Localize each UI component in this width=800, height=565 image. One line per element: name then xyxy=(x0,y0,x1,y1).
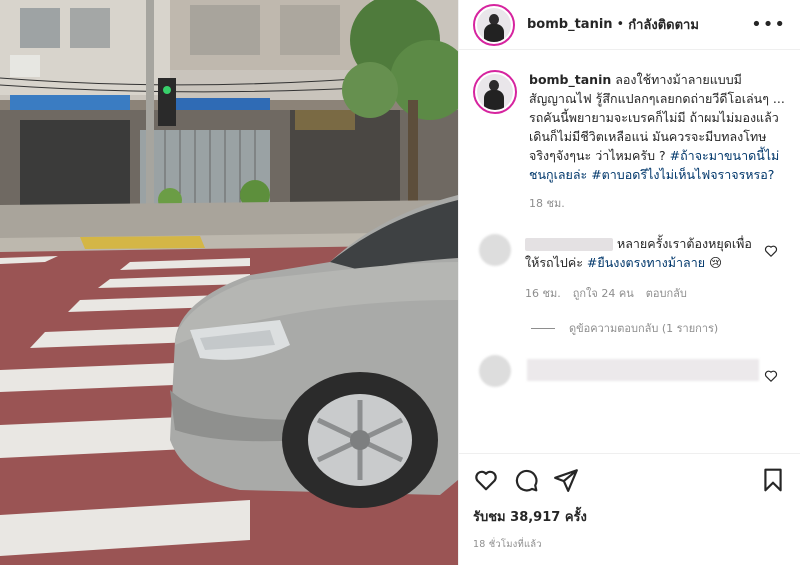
comment-like-icon[interactable] xyxy=(764,369,778,383)
view-replies-button[interactable]: ดูข้อความตอบกลับ (1 รายการ) xyxy=(531,319,786,337)
posted-time: 18 ชั่วโมงที่แล้ว xyxy=(473,539,542,550)
comment-emoji: 😢 xyxy=(709,255,723,270)
caption-avatar[interactable] xyxy=(473,70,517,114)
comment-like-icon[interactable] xyxy=(764,244,778,258)
comment-item-blurred xyxy=(473,355,786,389)
comment-time: 16 ชม. xyxy=(525,287,561,300)
separator-dot: • xyxy=(616,17,625,32)
commenter-avatar-blurred[interactable] xyxy=(479,355,511,387)
comment-item: หลายครั้งเราต้องหยุดเพื่อให้รถไปค่ะ #ยืน… xyxy=(473,234,786,303)
heart-icon[interactable] xyxy=(473,467,499,493)
post-footer: รับชม 38,917 ครั้ง 18 ชั่วโมงที่แล้ว xyxy=(459,453,800,565)
caption-time: 18 ชม. xyxy=(529,197,565,210)
avatar[interactable] xyxy=(473,3,515,46)
share-icon[interactable] xyxy=(553,467,579,493)
caption-username[interactable]: bomb_tanin xyxy=(529,72,611,87)
instagram-post: bomb_tanin • กำลังติดตาม ••• bomb_tanin … xyxy=(0,0,800,565)
post-side-panel: bomb_tanin • กำลังติดตาม ••• bomb_tanin … xyxy=(458,0,800,565)
view-count[interactable]: รับชม 38,917 ครั้ง xyxy=(473,506,786,527)
comment-hashtag[interactable]: #ยืนงงตรงทางม้าลาย xyxy=(587,255,705,270)
more-options-icon[interactable]: ••• xyxy=(751,14,786,35)
caption-text: bomb_tanin ลองใช้ทางม้าลายแบบมีสัญญาณไฟ … xyxy=(529,70,786,184)
comments-section[interactable]: bomb_tanin ลองใช้ทางม้าลายแบบมีสัญญาณไฟ … xyxy=(459,50,800,453)
post-header: bomb_tanin • กำลังติดตาม ••• xyxy=(459,0,800,50)
post-video[interactable] xyxy=(0,0,458,565)
comment-likes[interactable]: ถูกใจ 24 คน xyxy=(573,284,634,303)
comment-text-blurred xyxy=(527,359,759,381)
following-button[interactable]: กำลังติดตาม xyxy=(628,14,699,35)
header-username[interactable]: bomb_tanin xyxy=(527,17,613,32)
comment-icon[interactable] xyxy=(513,467,539,493)
view-replies-label: ดูข้อความตอบกลับ (1 รายการ) xyxy=(569,322,719,335)
post-caption: bomb_tanin ลองใช้ทางม้าลายแบบมีสัญญาณไฟ … xyxy=(473,70,786,184)
bookmark-icon[interactable] xyxy=(760,467,786,493)
commenter-username-blurred[interactable] xyxy=(525,238,613,251)
commenter-avatar-blurred[interactable] xyxy=(479,234,511,266)
street-scene-image xyxy=(0,0,458,565)
action-bar xyxy=(473,464,786,496)
reply-button[interactable]: ตอบกลับ xyxy=(646,284,687,303)
